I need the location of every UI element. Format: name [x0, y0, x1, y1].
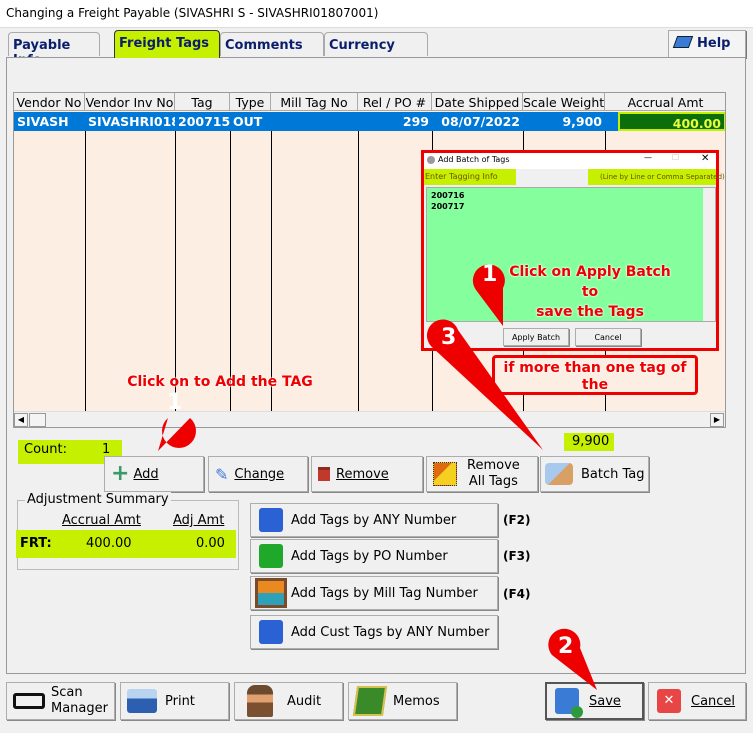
marker-save-number: 2 [558, 634, 574, 659]
marker-add-pin [158, 418, 196, 451]
marker-batch-number: 3 [441, 325, 457, 350]
tab-freight-tags[interactable]: Freight Tags [114, 30, 220, 58]
marker-apply-number: 1 [482, 262, 498, 287]
annotation-markers [158, 264, 597, 690]
marker-add-number: 1 [167, 390, 183, 415]
